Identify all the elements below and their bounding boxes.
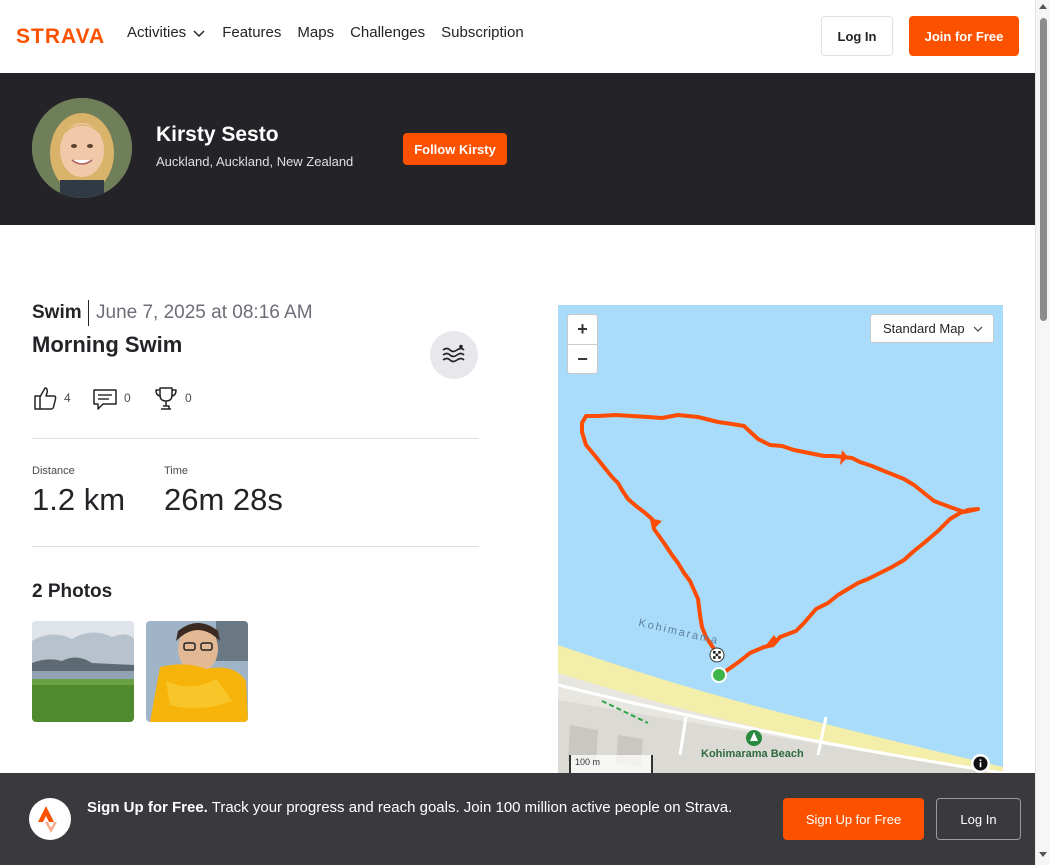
svg-text:STRAVA: STRAVA: [16, 26, 105, 44]
stat-distance-label: Distance: [32, 465, 75, 477]
nav-activities[interactable]: Activities: [127, 24, 186, 41]
trophy-icon: [155, 387, 177, 410]
activity-type: Swim: [32, 302, 82, 323]
signup-button[interactable]: Sign Up for Free: [783, 798, 924, 840]
zoom-controls: + −: [567, 314, 598, 374]
comment-icon: [93, 389, 117, 410]
stat-distance-value: 1.2 km: [32, 482, 126, 517]
stat-time-value: 26m 28s: [164, 482, 283, 517]
achievements-count: 0: [185, 391, 192, 405]
avatar[interactable]: [32, 98, 132, 198]
divider: [32, 438, 479, 439]
athlete-banner: Kirsty Sesto Auckland, Auckland, New Zea…: [0, 73, 1035, 225]
activity-date: June 7, 2025 at 08:16 AM: [96, 302, 313, 323]
comments-button[interactable]: 0: [92, 385, 131, 411]
zoom-out-button[interactable]: −: [568, 345, 597, 374]
map-style-value: Standard Map: [883, 321, 965, 336]
signup-banner: Sign Up for Free. Track your progress an…: [0, 773, 1035, 865]
photo-thumbnail[interactable]: [32, 621, 134, 722]
map-beach-label: Kohimarama Beach: [701, 748, 804, 760]
chevron-down-icon[interactable]: [192, 26, 206, 40]
footer-login-button[interactable]: Log In: [936, 798, 1021, 840]
nav-subscription[interactable]: Subscription: [441, 24, 524, 41]
route-map[interactable]: Kohimarama Kohimarama Beach + − Standard…: [558, 305, 1003, 775]
athlete-location: Auckland, Auckland, New Zealand: [156, 154, 354, 169]
thumbs-up-icon: [34, 387, 57, 410]
divider: [88, 300, 89, 326]
kudos-button[interactable]: 4: [32, 385, 71, 411]
strava-logo-icon: [29, 798, 71, 840]
stat-time-label: Time: [164, 465, 189, 477]
photos-heading: 2 Photos: [32, 581, 113, 602]
nav-links: Activities Features Maps Challenges Subs…: [127, 24, 540, 41]
scroll-up-arrow-icon[interactable]: [1039, 4, 1047, 9]
map-style-select[interactable]: Standard Map: [870, 314, 994, 343]
achievements-button[interactable]: 0: [153, 385, 192, 411]
activity-title: Morning Swim: [32, 332, 183, 357]
join-button[interactable]: Join for Free: [909, 16, 1019, 56]
nav-challenges[interactable]: Challenges: [350, 24, 425, 41]
athlete-name[interactable]: Kirsty Sesto: [156, 123, 279, 147]
scrollbar[interactable]: [1035, 0, 1050, 865]
divider: [32, 546, 479, 547]
photo-thumbnail[interactable]: [146, 621, 248, 722]
zoom-in-button[interactable]: +: [568, 315, 597, 344]
nav-maps[interactable]: Maps: [297, 24, 334, 41]
scroll-down-arrow-icon[interactable]: [1039, 852, 1047, 857]
chevron-down-icon: [973, 326, 983, 332]
strava-logo[interactable]: STRAVA: [16, 26, 111, 44]
map-canvas: [558, 413, 1003, 775]
swim-icon: [430, 331, 478, 379]
info-icon[interactable]: [971, 754, 990, 773]
nav-features[interactable]: Features: [222, 24, 281, 41]
signup-text: Sign Up for Free. Track your progress an…: [87, 799, 733, 816]
map-scale: 100 m: [569, 755, 653, 775]
follow-button[interactable]: Follow Kirsty: [403, 133, 507, 165]
kudos-count: 4: [64, 391, 71, 405]
comments-count: 0: [124, 391, 131, 405]
scroll-thumb[interactable]: [1040, 18, 1047, 321]
login-button[interactable]: Log In: [821, 16, 893, 56]
top-navigation: STRAVA Activities Features Maps Challeng…: [0, 0, 1035, 73]
